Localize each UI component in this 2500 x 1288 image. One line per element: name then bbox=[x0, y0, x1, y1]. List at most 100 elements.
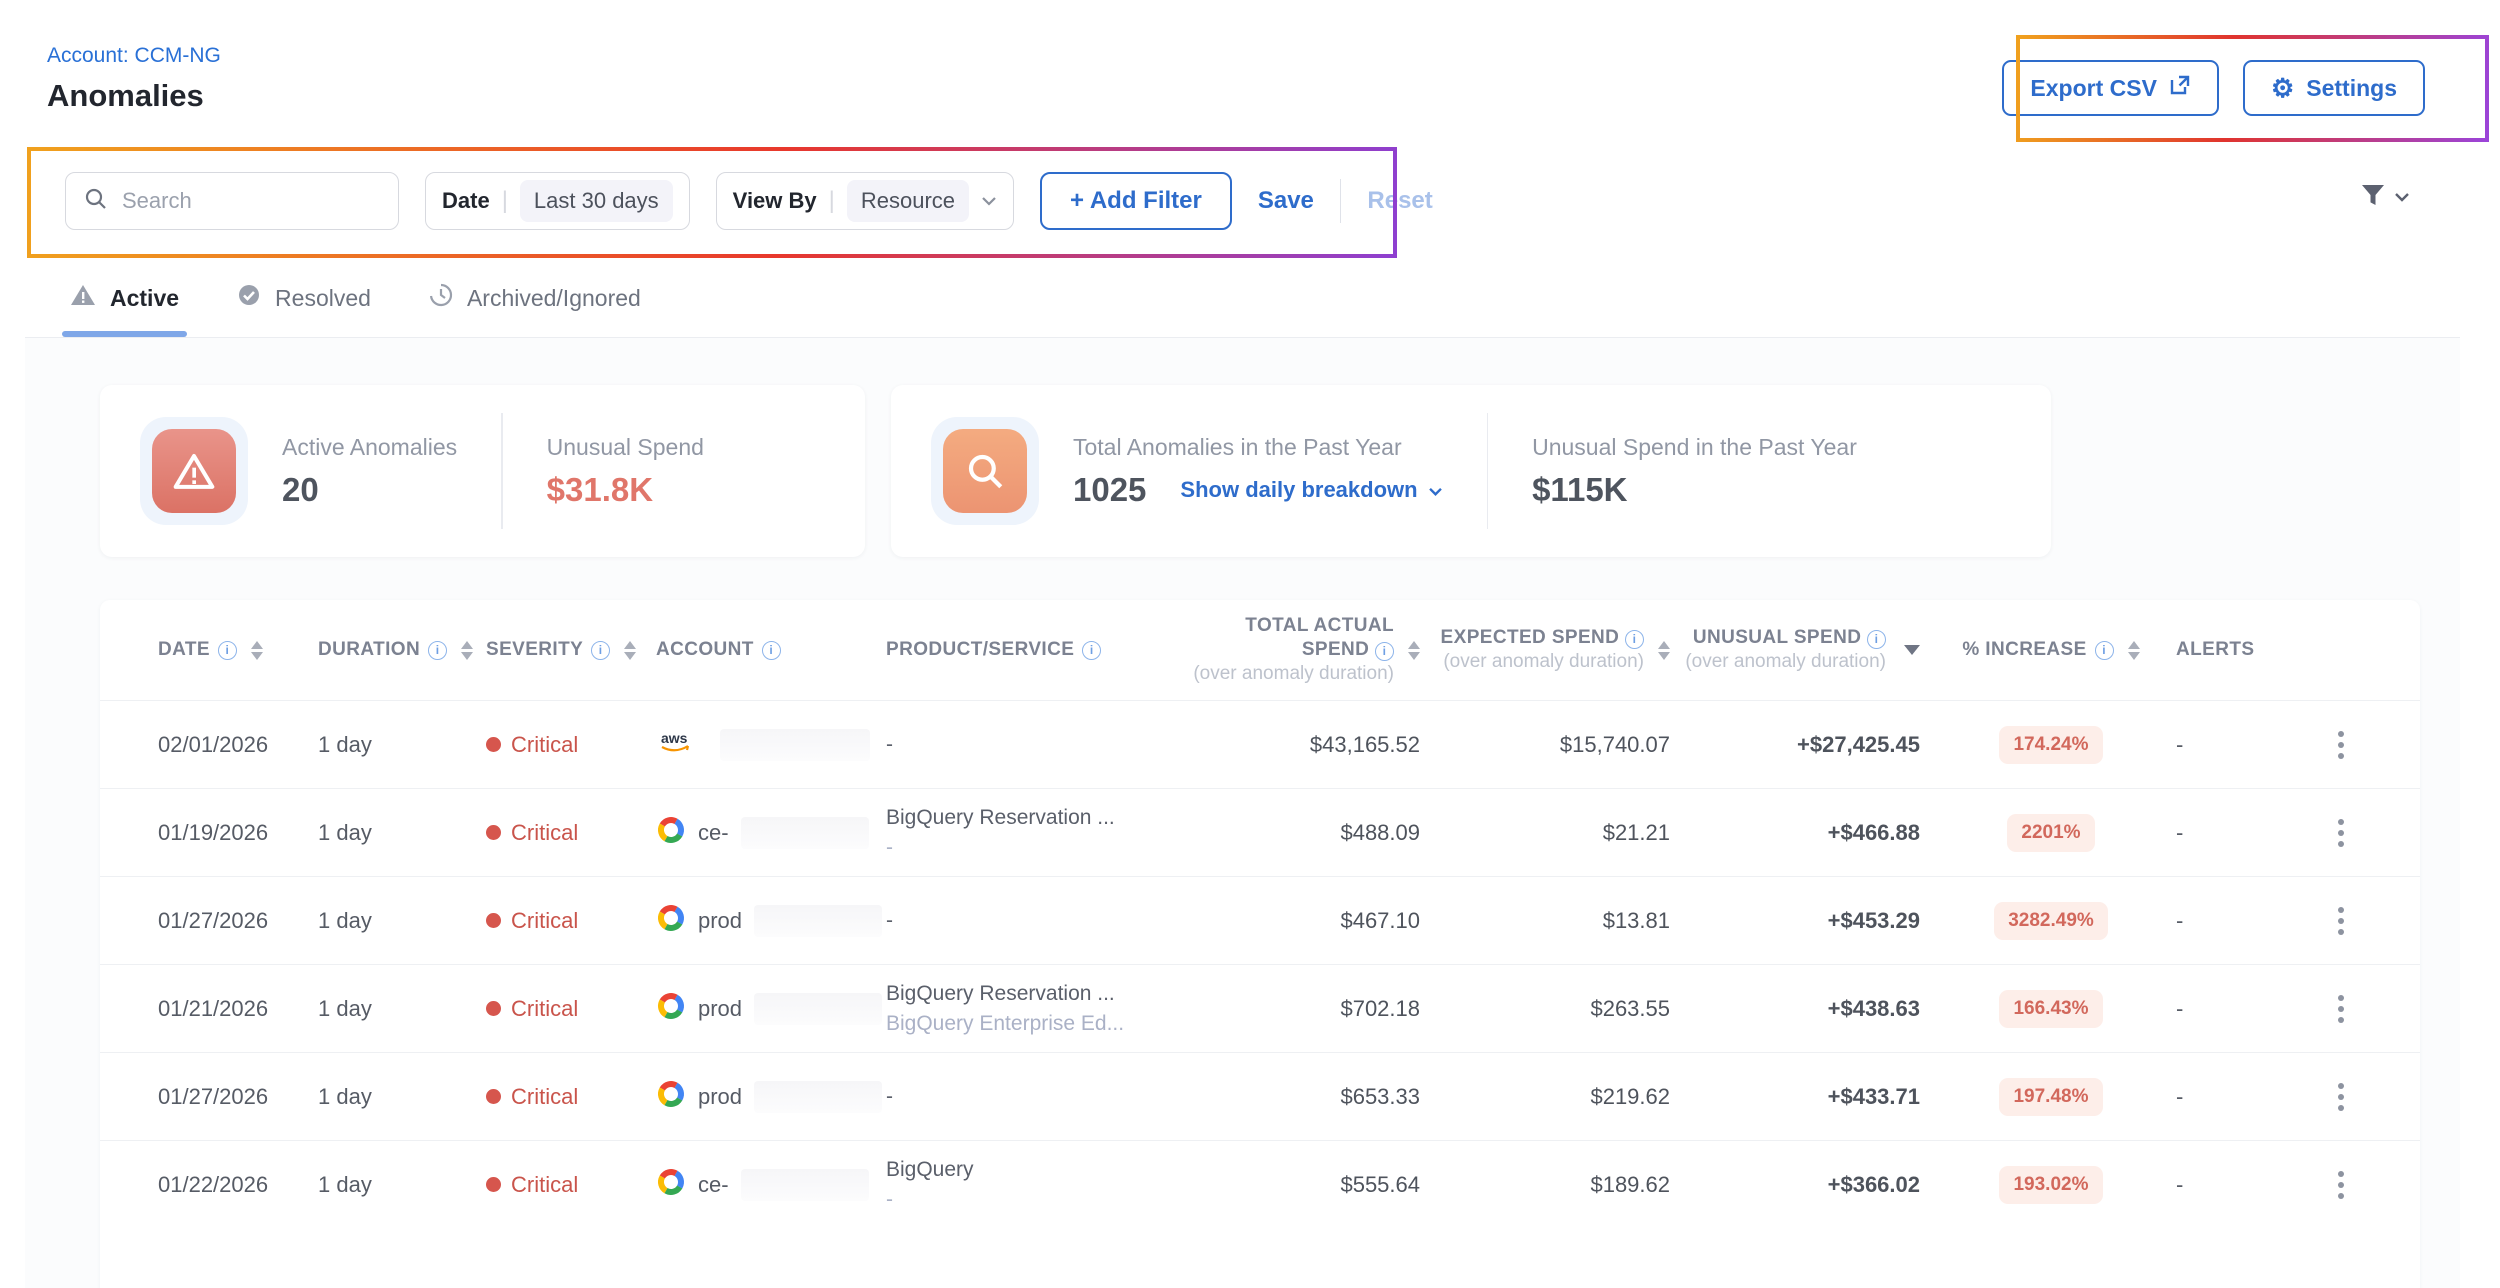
col-account[interactable]: ACCOUNT i bbox=[656, 639, 886, 661]
redacted-account-name bbox=[720, 729, 870, 761]
col-unusual-spend[interactable]: UNUSUAL SPEND i (over anomaly duration) bbox=[1676, 626, 1926, 674]
info-icon[interactable]: i bbox=[2095, 641, 2114, 660]
sort-icon[interactable] bbox=[624, 641, 636, 660]
warning-triangle-icon bbox=[152, 429, 236, 513]
filter-bar: Date | Last 30 days View By | Resource +… bbox=[65, 172, 1433, 230]
anomaly-date: 01/21/2026 bbox=[158, 996, 318, 1022]
col-date[interactable]: DATE i bbox=[158, 639, 318, 661]
year-total-label: Total Anomalies in the Past Year bbox=[1073, 434, 1443, 461]
percent-increase-cell: 3282.49% bbox=[1926, 902, 2176, 940]
row-menu-kebab-icon[interactable] bbox=[2306, 725, 2376, 765]
show-daily-breakdown-link[interactable]: Show daily breakdown bbox=[1180, 477, 1442, 503]
expected-spend: $15,740.07 bbox=[1426, 732, 1676, 758]
year-spend-value: $115K bbox=[1532, 471, 1857, 509]
add-filter-label: + Add Filter bbox=[1070, 187, 1202, 215]
col-product[interactable]: PRODUCT/SERVICE i bbox=[886, 639, 1176, 661]
search-input[interactable] bbox=[122, 188, 380, 214]
severity-label: Critical bbox=[511, 1172, 578, 1198]
export-csv-button[interactable]: Export CSV bbox=[2002, 60, 2219, 116]
expected-spend: $13.81 bbox=[1426, 908, 1676, 934]
settings-button[interactable]: ⚙ Settings bbox=[2243, 60, 2425, 116]
row-menu-kebab-icon[interactable] bbox=[2306, 813, 2376, 853]
info-icon[interactable]: i bbox=[1867, 630, 1886, 649]
reset-filter-link[interactable]: Reset bbox=[1367, 187, 1432, 215]
table-row[interactable]: 01/22/2026 1 day Critical aws bbox=[100, 1140, 2420, 1228]
breadcrumb[interactable]: Account: CCM-NG bbox=[47, 44, 221, 68]
info-icon[interactable]: i bbox=[218, 641, 237, 660]
table-row[interactable]: 02/01/2026 1 day Critical aws bbox=[100, 700, 2420, 788]
tab-active[interactable]: Active bbox=[70, 283, 179, 337]
col-duration[interactable]: DURATION i bbox=[318, 639, 486, 661]
card-divider bbox=[501, 413, 503, 529]
severity-label: Critical bbox=[511, 908, 578, 934]
col-actual-spend[interactable]: TOTAL ACTUAL SPEND i (over anomaly durat… bbox=[1176, 614, 1426, 685]
row-menu-kebab-icon[interactable] bbox=[2306, 901, 2376, 941]
anomalies-table: DATE i DURATION i SEVERITY i ACCOUNT i bbox=[100, 600, 2420, 1288]
table-row[interactable]: 01/27/2026 1 day Critical aws bbox=[100, 876, 2420, 964]
severity-label: Critical bbox=[511, 732, 578, 758]
table-row[interactable]: 01/19/2026 1 day Critical aws bbox=[100, 788, 2420, 876]
sort-icon[interactable] bbox=[1658, 641, 1670, 660]
account-name-prefix: prod bbox=[698, 908, 742, 934]
product-line-1: - bbox=[886, 909, 1176, 933]
percent-increase-badge: 3282.49% bbox=[1994, 902, 2108, 940]
col-expected-spend[interactable]: EXPECTED SPEND i (over anomaly duration) bbox=[1426, 626, 1676, 674]
past-year-card: Total Anomalies in the Past Year 1025 Sh… bbox=[891, 385, 2051, 557]
info-icon[interactable]: i bbox=[1375, 642, 1394, 661]
sort-icon[interactable] bbox=[2128, 641, 2140, 660]
filter-panel-toggle[interactable] bbox=[2358, 182, 2410, 215]
percent-increase-badge: 193.02% bbox=[1999, 1166, 2102, 1204]
severity-dot-icon bbox=[486, 825, 501, 840]
gcp-icon bbox=[656, 991, 686, 1027]
col-severity[interactable]: SEVERITY i bbox=[486, 639, 656, 661]
breakdown-link-label: Show daily breakdown bbox=[1180, 477, 1417, 503]
account-cell: aws prod bbox=[656, 991, 886, 1027]
anomaly-date: 01/27/2026 bbox=[158, 1084, 318, 1110]
account-name-prefix: ce- bbox=[698, 820, 729, 846]
table-row[interactable]: 01/21/2026 1 day Critical aws bbox=[100, 964, 2420, 1052]
search-box[interactable] bbox=[65, 172, 399, 230]
sort-desc-icon[interactable] bbox=[1904, 645, 1920, 655]
percent-increase-cell: 166.43% bbox=[1926, 990, 2176, 1028]
date-filter[interactable]: Date | Last 30 days bbox=[425, 172, 690, 230]
page-title: Anomalies bbox=[47, 78, 204, 114]
severity-dot-icon bbox=[486, 1001, 501, 1016]
alerts-cell: - bbox=[2176, 1084, 2306, 1110]
unusual-spend: +$466.88 bbox=[1676, 820, 1926, 846]
total-actual-spend: $43,165.52 bbox=[1176, 732, 1426, 758]
row-menu-kebab-icon[interactable] bbox=[2306, 1077, 2376, 1117]
redacted-account-name bbox=[754, 905, 882, 937]
save-filter-link[interactable]: Save bbox=[1258, 187, 1314, 215]
severity-badge: Critical bbox=[486, 1084, 656, 1110]
table-row[interactable]: 01/27/2026 1 day Critical aws bbox=[100, 1052, 2420, 1140]
history-circle-icon bbox=[429, 283, 453, 313]
view-by-filter[interactable]: View By | Resource bbox=[716, 172, 1014, 230]
sort-icon[interactable] bbox=[251, 641, 263, 660]
info-icon[interactable]: i bbox=[428, 641, 447, 660]
product-line-2[interactable]: - bbox=[886, 1188, 1176, 1212]
info-icon[interactable]: i bbox=[1625, 630, 1644, 649]
product-line-2[interactable]: - bbox=[886, 836, 1176, 860]
info-icon[interactable]: i bbox=[591, 641, 610, 660]
row-menu-kebab-icon[interactable] bbox=[2306, 989, 2376, 1029]
tab-resolved[interactable]: Resolved bbox=[237, 283, 371, 337]
row-menu-kebab-icon[interactable] bbox=[2306, 1165, 2376, 1205]
info-icon[interactable]: i bbox=[1082, 641, 1101, 660]
info-icon[interactable]: i bbox=[762, 641, 781, 660]
add-filter-button[interactable]: + Add Filter bbox=[1040, 172, 1232, 230]
summary-cards: Active Anomalies 20 Unusual Spend $31.8K bbox=[100, 385, 2051, 557]
product-line-2[interactable]: BigQuery Enterprise Ed... bbox=[886, 1012, 1176, 1036]
anomaly-duration: 1 day bbox=[318, 1172, 486, 1198]
anomaly-date: 01/22/2026 bbox=[158, 1172, 318, 1198]
severity-badge: Critical bbox=[486, 732, 656, 758]
col-increase[interactable]: % INCREASE i bbox=[1926, 639, 2176, 661]
severity-dot-icon bbox=[486, 913, 501, 928]
product-service-cell: BigQuery Reservation ... BigQuery Enterp… bbox=[886, 982, 1176, 1036]
tab-archived[interactable]: Archived/Ignored bbox=[429, 283, 641, 337]
unusual-spend-value: $31.8K bbox=[547, 471, 704, 509]
sort-icon[interactable] bbox=[1408, 641, 1420, 660]
sort-icon[interactable] bbox=[461, 641, 473, 660]
date-filter-value: Last 30 days bbox=[520, 180, 673, 222]
anomaly-date: 01/27/2026 bbox=[158, 908, 318, 934]
alerts-cell: - bbox=[2176, 732, 2306, 758]
